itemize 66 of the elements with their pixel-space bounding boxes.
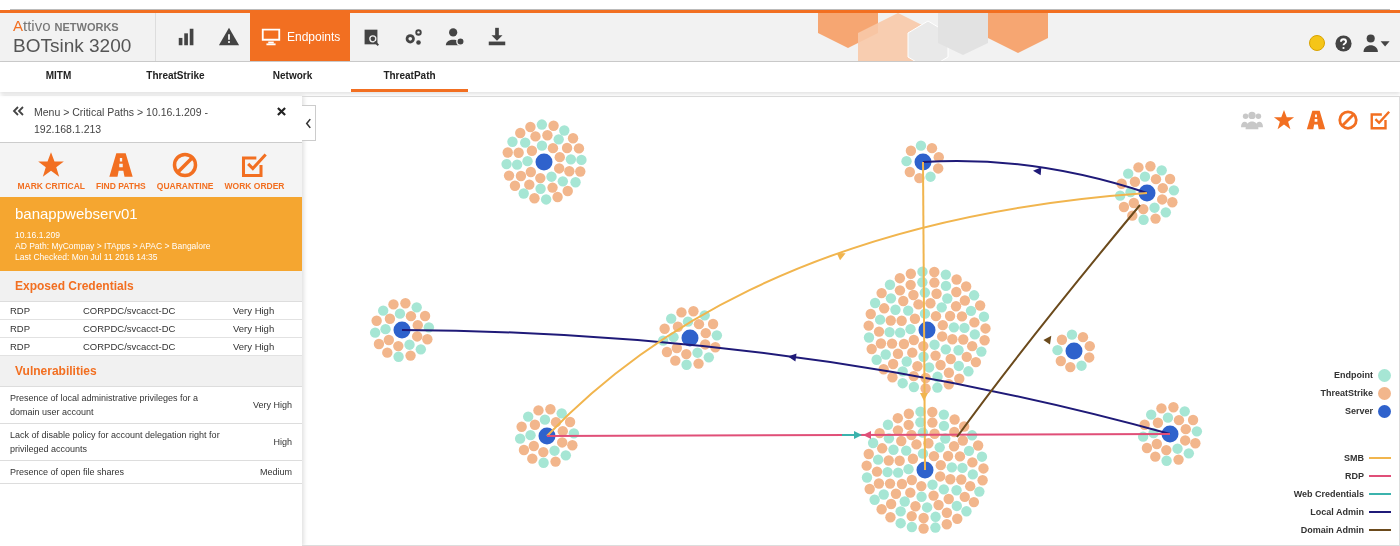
table-cell-text: High xyxy=(272,436,292,449)
legend-label: ThreatStrike xyxy=(1320,388,1373,398)
product-name: BOTsink 3200 xyxy=(13,35,133,57)
ban-icon[interactable] xyxy=(1337,109,1359,131)
legend-label: Web Credentials xyxy=(1293,489,1364,499)
node-cluster[interactable] xyxy=(501,119,587,205)
checkbox-icon xyxy=(239,151,270,179)
host-ip: 10.16.1.209 xyxy=(15,230,61,241)
subnav-tab[interactable]: MITM xyxy=(0,62,117,92)
table-cell-text: Presence of local administrative privileges for a domain user account xyxy=(10,392,200,419)
node-cluster[interactable] xyxy=(657,306,723,370)
action-road-button[interactable]: FIND PATHS xyxy=(96,151,146,191)
table-cell-text: RDP xyxy=(10,341,32,352)
user-menu-icon[interactable] xyxy=(1362,34,1392,52)
node-cluster[interactable] xyxy=(1137,402,1203,466)
chevron-left-icon xyxy=(305,117,312,129)
node-cluster[interactable] xyxy=(861,406,989,534)
table-cell-text: Very High xyxy=(233,341,276,352)
collapse-handle[interactable] xyxy=(302,105,316,141)
table-cell-text: Lack of disable policy for account delegation right for privileged accounts xyxy=(10,429,221,456)
table-cell-text: RDP xyxy=(10,323,32,334)
subnav-tab[interactable]: ThreatStrike xyxy=(117,62,234,92)
legend-label: SMB xyxy=(1344,453,1364,463)
table-cell-text: CORPDC/svcacct-DC xyxy=(83,323,177,334)
node-cluster[interactable] xyxy=(514,404,580,468)
section-title: Exposed Credentials xyxy=(15,279,134,293)
table-cell-text: Very High xyxy=(233,323,276,334)
legend-label: Local Admin xyxy=(1310,507,1364,517)
ad-path: AD Path: MyCompay > ITApps > APAC > Bangalore xyxy=(15,241,212,252)
table-cell-text: Presence of open file shares xyxy=(10,466,126,479)
table-cell-text: CORPDC/svcacct-DC xyxy=(83,341,177,352)
last-checked: Last Checked: Mon Jul 11 2016 14:35 xyxy=(15,252,159,263)
node-cluster[interactable] xyxy=(901,140,944,184)
brand-logo: Attivo xyxy=(13,17,51,34)
node-cluster[interactable] xyxy=(1052,329,1095,373)
table-cell-text: CORPDC/svcacct-DC xyxy=(83,305,177,316)
node-cluster[interactable] xyxy=(369,298,435,362)
node-cluster[interactable] xyxy=(863,266,991,394)
table-cell-text: RDP xyxy=(10,305,32,316)
close-icon[interactable] xyxy=(277,107,286,116)
table-cell-text: Very High xyxy=(251,399,292,412)
warning-icon xyxy=(218,26,240,48)
legend-label: Domain Admin xyxy=(1300,525,1364,535)
checkbox-icon[interactable] xyxy=(1369,109,1391,131)
collapse-icon[interactable] xyxy=(12,106,24,116)
table-cell-text: Very High xyxy=(233,305,276,316)
action-check-button[interactable]: WORK ORDER xyxy=(224,151,285,191)
subnav-tab[interactable]: Network xyxy=(234,62,351,92)
monitor-icon xyxy=(260,26,282,48)
subnav-tab[interactable]: ThreatPath xyxy=(351,62,468,92)
endpoints-tab[interactable]: Endpoints xyxy=(250,13,351,61)
table-cell-text: Medium xyxy=(259,466,292,479)
action-ban-button[interactable]: QUARANTINE xyxy=(156,151,214,191)
brand-suffix: NETWORKS xyxy=(54,21,119,33)
host-name: banappwebserv01 xyxy=(15,205,139,222)
legend-label: Endpoint xyxy=(1334,370,1373,380)
star-icon[interactable] xyxy=(1273,109,1295,131)
section-title: Vulnerabilities xyxy=(15,364,97,378)
user-gear-icon xyxy=(444,26,467,48)
node-cluster[interactable] xyxy=(1114,161,1180,225)
legend-label: Server xyxy=(1344,406,1373,416)
action-star-button[interactable]: MARK CRITICAL xyxy=(17,151,86,191)
help-icon[interactable] xyxy=(1335,34,1352,52)
legend-label: RDP xyxy=(1345,471,1364,481)
road-icon[interactable] xyxy=(1305,109,1327,131)
breadcrumb: Menu > Critical Paths > 10.16.1.209 - 192.168.1.213 xyxy=(34,105,209,137)
